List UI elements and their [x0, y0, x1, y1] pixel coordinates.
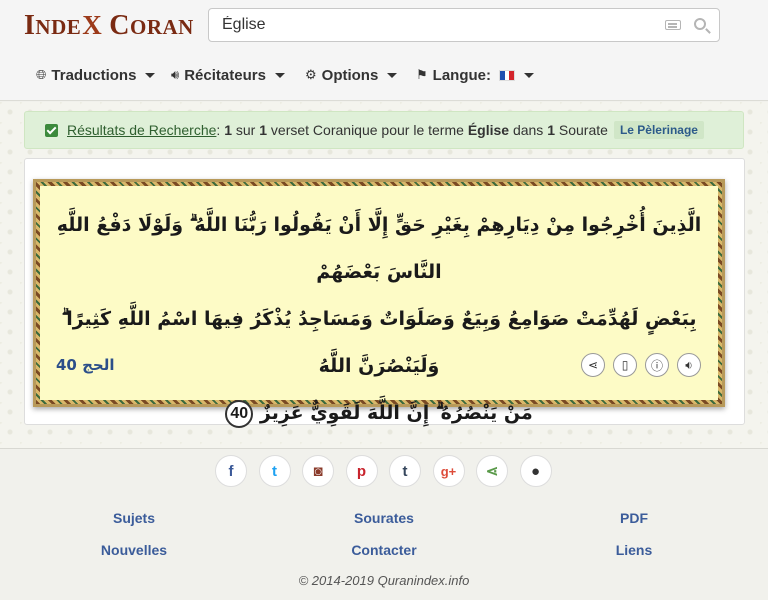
- facebook-icon[interactable]: f: [215, 455, 247, 487]
- search-box: [208, 8, 720, 42]
- menu-label: Récitateurs: [184, 66, 266, 84]
- search-icon[interactable]: [694, 18, 706, 30]
- verse-content: الَّذِينَ أُخْرِجُوا مِنْ دِيَارِهِمْ بِ…: [40, 186, 718, 428]
- logo-cross: X: [82, 10, 103, 40]
- site-header: INDEXCORAN 🌐︎ Traductions 🔊︎ Récitateurs…: [0, 0, 768, 101]
- tumblr-icon[interactable]: t: [389, 455, 421, 487]
- verse-number: 40: [225, 399, 254, 428]
- surah-tag[interactable]: Le Pèlerinage: [613, 121, 704, 139]
- caret-down-icon: [387, 72, 398, 78]
- logo-letter: I: [24, 10, 36, 41]
- menu-recitateurs[interactable]: 🔊︎ Récitateurs: [171, 62, 285, 88]
- alert-text: sur: [235, 122, 256, 138]
- twitter-icon[interactable]: t: [258, 455, 291, 487]
- search-results-link[interactable]: Résultats de Recherche: [67, 122, 216, 138]
- verse-card: الَّذِينَ أُخْرِجُوا مِنْ دِيَارِهِمْ بِ…: [33, 179, 725, 428]
- footer-link-pdf[interactable]: PDF: [594, 510, 674, 526]
- gear-icon: ⚙: [305, 67, 317, 82]
- alert-text: dans: [512, 122, 544, 138]
- ornamental-border: الَّذِينَ أُخْرِجُوا مِنْ دِيَارِهِمْ بِ…: [36, 182, 722, 428]
- alert-text: :: [216, 122, 221, 138]
- footer-link-sourates[interactable]: Sourates: [334, 510, 434, 526]
- globe-icon: 🌐︎: [36, 67, 47, 82]
- footer-link-sujets[interactable]: Sujets: [94, 510, 174, 526]
- alert-count: 1: [259, 122, 268, 138]
- verse-tools: ⋖ ▯ ⓘ 🔉︎: [581, 353, 709, 377]
- alert-count: 1: [547, 122, 555, 138]
- logo-letters: NDE: [35, 15, 82, 39]
- caret-down-icon: [524, 72, 534, 78]
- verse-line: مَنْ يَنْصُرُهُ ۗ إِنَّ اللَّهَ لَقَوِيٌ…: [259, 402, 533, 424]
- menu-langue[interactable]: ⚑ Langue:: [416, 62, 534, 88]
- search-results-alert: Résultats de Recherche: 1 sur 1 verset C…: [24, 111, 744, 149]
- verse-line: الَّذِينَ أُخْرِجُوا مِنْ دِيَارِهِمْ بِ…: [56, 214, 702, 283]
- footer-link-nouvelles[interactable]: Nouvelles: [84, 542, 184, 558]
- share-icon[interactable]: ⋖: [476, 455, 508, 487]
- verse-reference[interactable]: الحج 40: [56, 356, 115, 374]
- info-icon[interactable]: ⓘ: [645, 353, 669, 377]
- social-links: f t ◙ p t g+ ⋖ ●: [215, 455, 563, 487]
- pinterest-icon[interactable]: p: [345, 455, 378, 487]
- french-flag-icon: [499, 69, 515, 81]
- alert-text: Sourate: [558, 122, 608, 138]
- logo-letters: ORAN: [129, 15, 194, 39]
- keyboard-icon[interactable]: [665, 20, 681, 30]
- alert-count: 1: [224, 122, 232, 138]
- menu-label: Options: [321, 66, 379, 84]
- audio-icon[interactable]: 🔉︎: [677, 353, 701, 377]
- instagram-icon[interactable]: ◙: [302, 455, 334, 487]
- copyright: © 2014-2019 Quranindex.info: [298, 573, 470, 588]
- search-term: Église: [467, 122, 510, 138]
- search-input[interactable]: [209, 9, 649, 41]
- alert-text: verset Coranique pour le terme: [270, 122, 464, 138]
- google-plus-icon[interactable]: g+: [432, 455, 465, 487]
- footer-link-contacter[interactable]: Contacter: [334, 542, 434, 558]
- github-icon[interactable]: ●: [519, 455, 552, 487]
- logo-letter: C: [109, 10, 130, 41]
- verse-text: الَّذِينَ أُخْرِجُوا مِنْ دِيَارِهِمْ بِ…: [46, 202, 712, 437]
- logo[interactable]: I NDE X C ORAN: [24, 10, 194, 41]
- caret-down-icon: [274, 72, 285, 78]
- menu-options[interactable]: ⚙ Options: [305, 62, 398, 88]
- check-icon: [45, 123, 58, 137]
- speaker-icon: 🔊︎: [171, 67, 180, 82]
- menu-traductions[interactable]: 🌐︎ Traductions: [36, 62, 156, 88]
- menu-label: Langue:: [432, 66, 491, 84]
- flag-icon: ⚑: [416, 67, 428, 82]
- footer-link-liens[interactable]: Liens: [594, 542, 674, 558]
- caret-down-icon: [145, 72, 156, 78]
- pdf-icon[interactable]: ▯: [613, 353, 637, 377]
- share-icon[interactable]: ⋖: [581, 353, 605, 377]
- menu-label: Traductions: [51, 66, 137, 84]
